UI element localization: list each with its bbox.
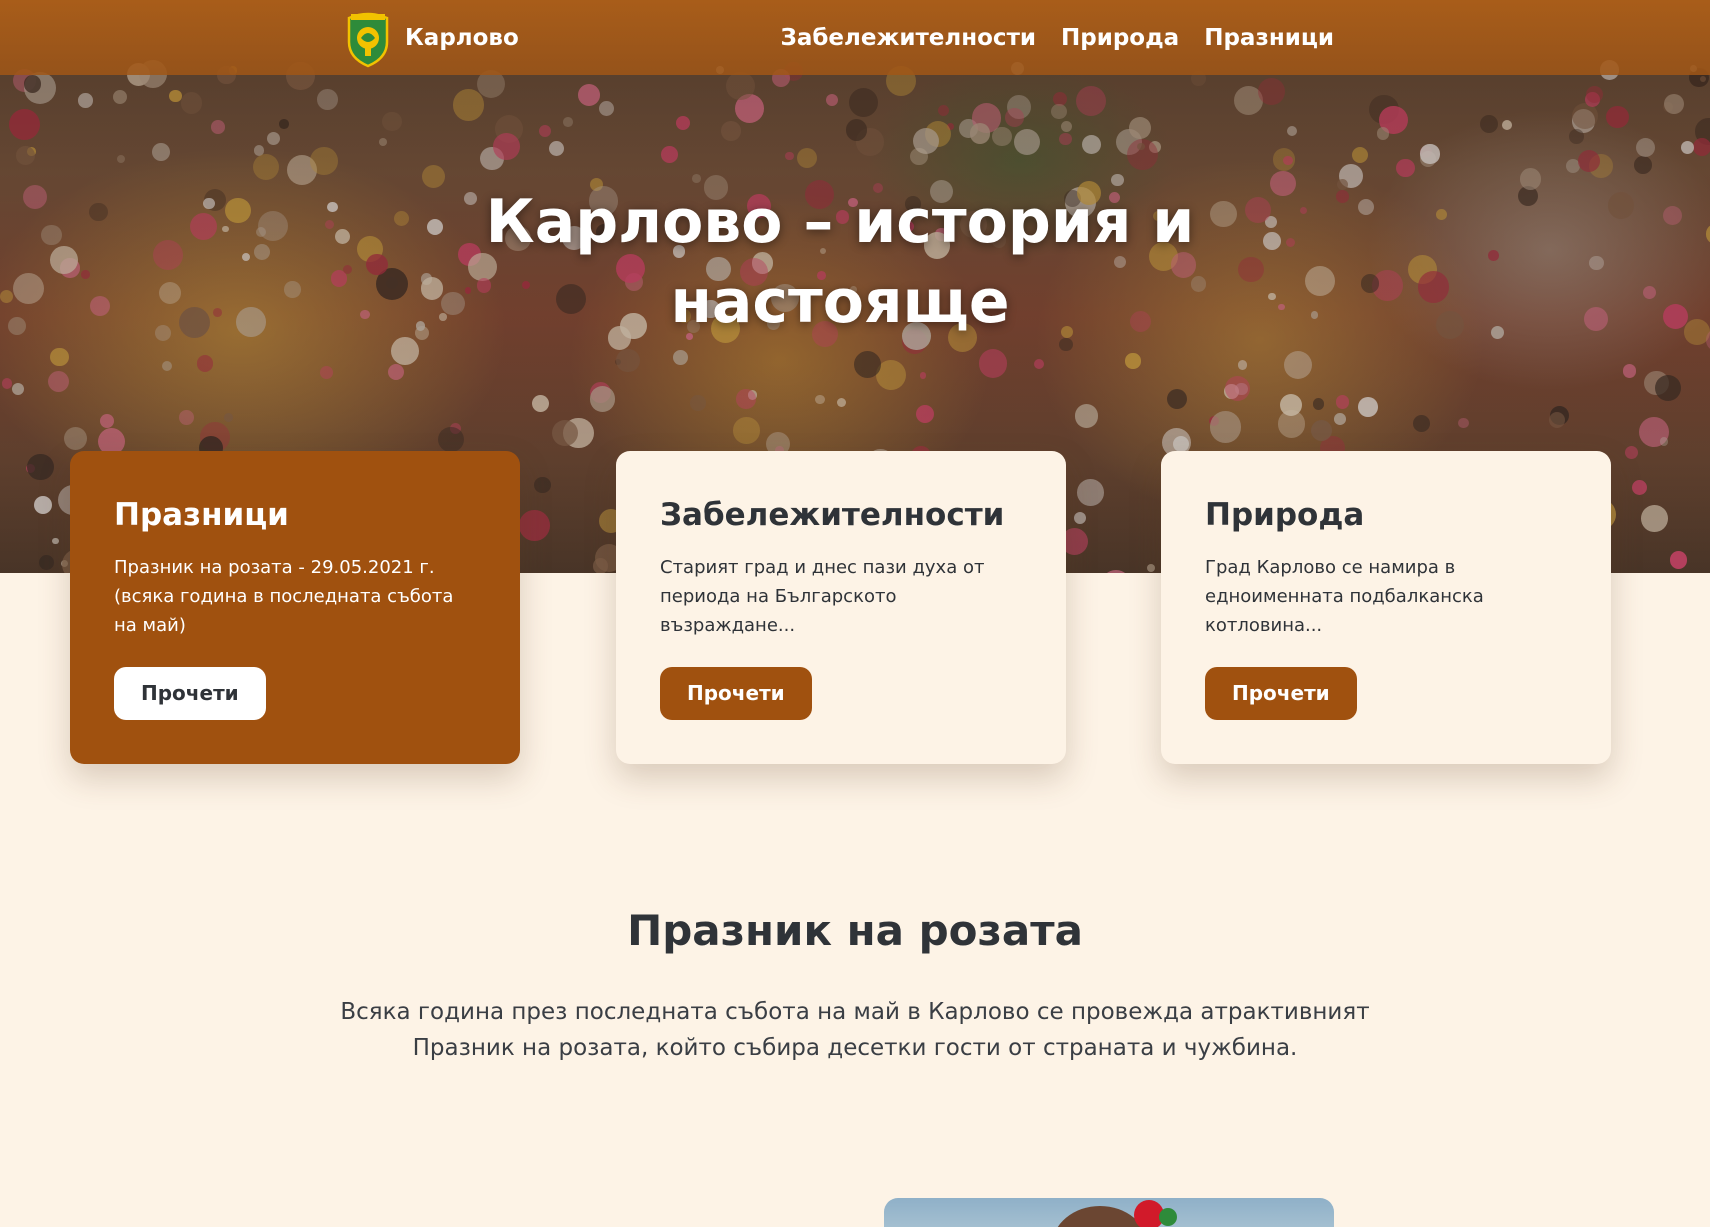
card-text: Град Карлово се намира в едноименната по… — [1205, 557, 1484, 636]
read-button-nature[interactable]: Прочети — [1205, 667, 1357, 720]
section-title: Празник на розата — [627, 906, 1083, 955]
card-text: Старият град и днес пази духа от периода… — [660, 557, 985, 636]
card-nature: Природа Град Карлово се намира в едноиме… — [1161, 451, 1611, 764]
section-text: Всяка година през последната събота на м… — [340, 999, 1370, 1061]
brand[interactable]: Карлово — [345, 6, 519, 70]
top-navbar: Карлово Забележителности Природа Празниц… — [0, 0, 1710, 75]
card-title: Забележителности — [660, 497, 1005, 533]
card-holidays: Празници Празник на розата - 29.05.2021 … — [70, 451, 520, 764]
photo-leaf — [1159, 1208, 1177, 1226]
rose-festival-photo — [884, 1198, 1334, 1227]
coat-of-arms-logo — [347, 12, 389, 68]
nav-link-nature[interactable]: Природа — [1061, 25, 1179, 51]
nav-link-holidays[interactable]: Празници — [1204, 25, 1334, 51]
card-title: Празници — [114, 497, 289, 533]
hero-title: Карлово – история и настояще — [485, 187, 1195, 337]
read-button-holidays[interactable]: Прочети — [114, 667, 266, 720]
nav-links: Забележителности Природа Празници — [781, 0, 1335, 75]
card-title: Природа — [1205, 497, 1365, 533]
card-landmarks: Забележителности Старият град и днес паз… — [616, 451, 1066, 764]
brand-name: Карлово — [405, 25, 519, 51]
card-text: Празник на розата - 29.05.2021 г. (всяка… — [114, 557, 454, 636]
nav-link-landmarks[interactable]: Забележителности — [781, 25, 1037, 51]
read-button-landmarks[interactable]: Прочети — [660, 667, 812, 720]
